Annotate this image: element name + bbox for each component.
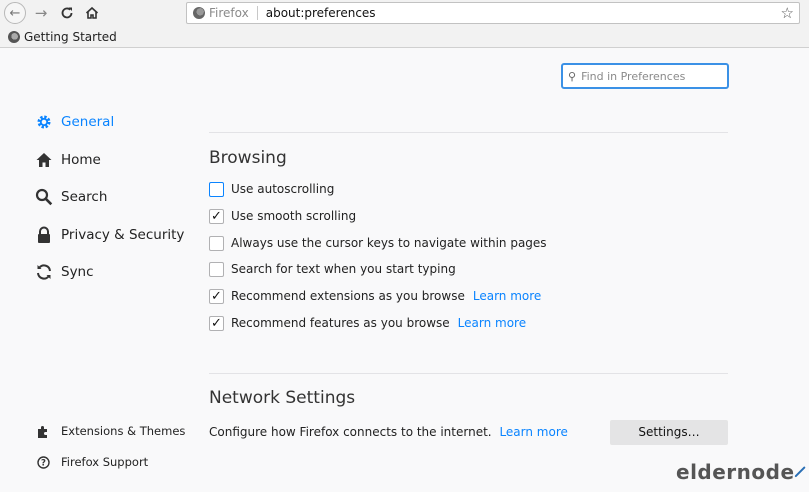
option-label: Use smooth scrolling [231, 209, 357, 223]
bookmarks-toolbar: Getting Started [0, 26, 809, 48]
option-label: Search for text when you start typing [231, 262, 456, 276]
forward-button[interactable]: → [31, 3, 51, 23]
sidebar-item-sync[interactable]: Sync [34, 260, 94, 284]
firefox-icon [8, 30, 20, 43]
eldernode-watermark: eldernode [676, 458, 806, 486]
option-label: Always use the cursor keys to navigate w… [231, 236, 547, 250]
section-divider [209, 373, 728, 374]
sidebar-item-label: Sync [61, 264, 94, 280]
sync-icon [34, 263, 53, 282]
url-text[interactable]: about:preferences [266, 6, 376, 20]
arrow-right-icon: → [34, 4, 48, 22]
gear-icon [34, 113, 53, 132]
sidebar-extensions-themes[interactable]: Extensions & Themes [36, 421, 185, 441]
url-bar[interactable]: Firefox about:preferences ☆ [186, 2, 800, 24]
learn-more-link[interactable]: Learn more [473, 289, 541, 303]
svg-text:?: ? [41, 458, 46, 468]
option-search-typing[interactable]: Search for text when you start typing [209, 260, 456, 278]
sidebar-firefox-support[interactable]: ? Firefox Support [36, 452, 148, 472]
checkmark-icon: ✓ [211, 208, 222, 224]
option-cursor-keys[interactable]: Always use the cursor keys to navigate w… [209, 234, 547, 252]
checkbox[interactable] [209, 181, 224, 197]
reload-button[interactable] [57, 3, 77, 23]
bookmark-getting-started[interactable]: Getting Started [24, 30, 117, 44]
lock-icon [34, 226, 53, 245]
identity-label: Firefox [209, 6, 249, 20]
reload-icon [61, 7, 73, 19]
sidebar-item-label: Home [61, 152, 101, 168]
sidebar-footer-label: Firefox Support [61, 455, 149, 469]
checkbox[interactable] [209, 261, 224, 277]
network-settings-button[interactable]: Settings… [610, 420, 728, 445]
checkmark-icon: ✓ [211, 315, 222, 331]
home-icon [85, 6, 99, 19]
option-recommend-features[interactable]: ✓ Recommend features as you browse Learn… [209, 314, 526, 332]
firefox-icon [193, 7, 205, 19]
sidebar-item-home[interactable]: Home [34, 148, 101, 172]
option-autoscrolling[interactable]: Use autoscrolling [209, 180, 334, 198]
browser-toolbar: ← → Firefox about:preferences ☆ [0, 0, 809, 26]
checkbox[interactable]: ✓ [209, 208, 224, 224]
sidebar-item-label: General [61, 114, 115, 130]
checkbox[interactable]: ✓ [209, 315, 224, 331]
search-input[interactable]: ⚲ Find in Preferences [561, 63, 729, 89]
option-label: Recommend extensions as you browse [231, 289, 465, 303]
search-placeholder: Find in Preferences [581, 69, 686, 83]
checkmark-icon: ✓ [211, 288, 222, 304]
network-description-text: Configure how Firefox connects to the in… [209, 425, 492, 439]
search-icon [34, 188, 53, 207]
network-heading: Network Settings [209, 388, 356, 408]
sidebar-item-general[interactable]: General [34, 110, 114, 134]
sidebar-footer-label: Extensions & Themes [61, 424, 186, 438]
puzzle-icon [36, 424, 50, 438]
home-icon [34, 151, 53, 170]
back-button[interactable]: ← [4, 2, 26, 24]
learn-more-link[interactable]: Learn more [499, 425, 567, 439]
search-icon: ⚲ [568, 69, 577, 83]
watermark-logo-icon [793, 466, 806, 478]
section-divider [209, 132, 728, 133]
url-separator [256, 6, 258, 20]
option-recommend-extensions[interactable]: ✓ Recommend extensions as you browse Lea… [209, 287, 541, 305]
option-label: Use autoscrolling [231, 182, 335, 196]
help-icon: ? [36, 455, 50, 469]
watermark-text: eldernode [676, 460, 795, 484]
checkbox[interactable] [209, 235, 224, 251]
option-label: Recommend features as you browse [231, 316, 450, 330]
browsing-heading: Browsing [209, 148, 287, 168]
sidebar-item-label: Privacy & Security [61, 227, 185, 243]
sidebar-item-search[interactable]: Search [34, 185, 107, 209]
arrow-left-icon: ← [9, 5, 21, 21]
learn-more-link[interactable]: Learn more [458, 316, 526, 330]
home-button[interactable] [82, 3, 102, 23]
sidebar-item-label: Search [61, 189, 108, 205]
bookmark-star-icon[interactable]: ☆ [781, 4, 794, 22]
checkbox[interactable]: ✓ [209, 288, 224, 304]
network-description: Configure how Firefox connects to the in… [209, 425, 568, 439]
sidebar-item-privacy[interactable]: Privacy & Security [34, 223, 184, 247]
option-smooth-scrolling[interactable]: ✓ Use smooth scrolling [209, 207, 356, 225]
